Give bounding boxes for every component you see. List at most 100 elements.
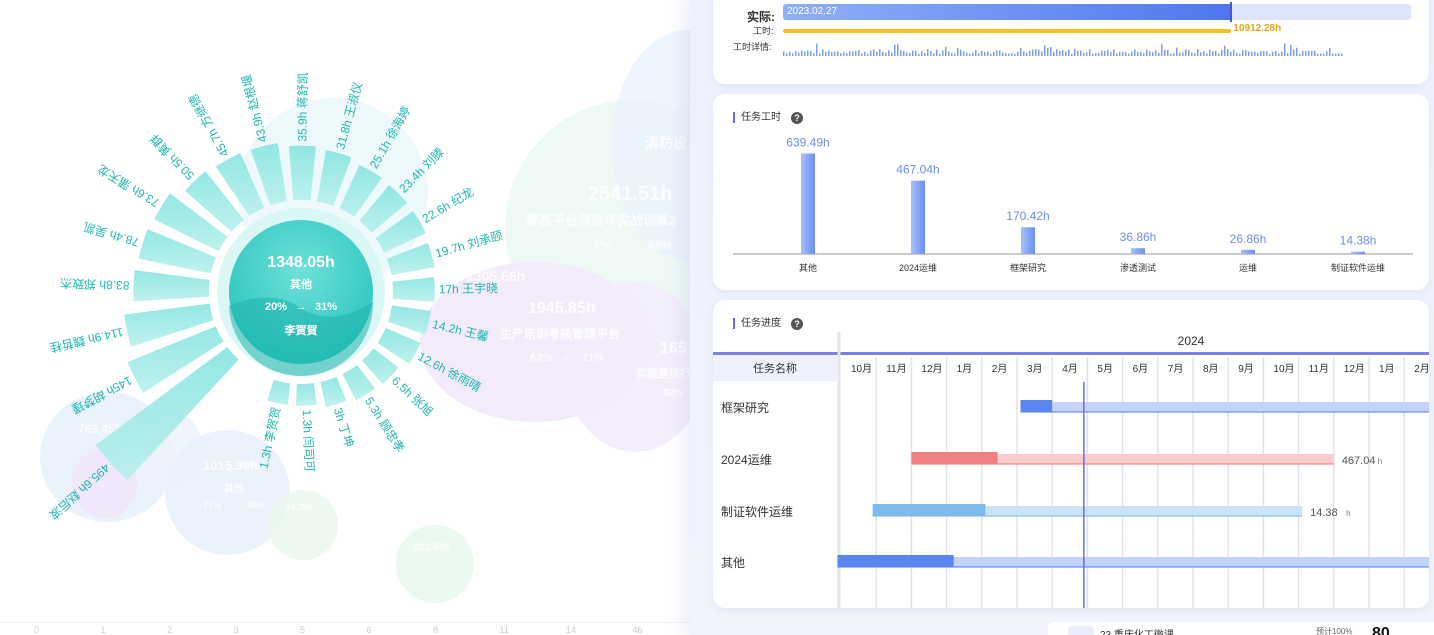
axis-tick-label: 2 xyxy=(167,625,173,635)
center-total-hours: 1348.05h xyxy=(267,254,335,271)
gantt-month-label: 6月 xyxy=(1133,363,1149,375)
sparkline-bar xyxy=(1041,51,1043,56)
gantt-actual-bar xyxy=(911,452,998,464)
sparkline-bar xyxy=(1086,52,1088,56)
sparkline-bar xyxy=(1212,51,1214,56)
sparkline-bar xyxy=(1206,53,1208,56)
sparkline-bar xyxy=(882,51,884,56)
person-segment xyxy=(388,305,432,335)
sparkline-bar xyxy=(1266,51,1268,56)
sparkline-bar xyxy=(1017,51,1019,56)
hours-bar xyxy=(1241,249,1255,254)
hours-detail-sparkline xyxy=(783,43,1343,56)
sparkline-bar xyxy=(867,53,869,56)
sparkline-bar xyxy=(972,52,974,56)
person-hours-label: 23.4h 刘滕 xyxy=(396,144,447,195)
row-icon xyxy=(1068,626,1094,635)
gantt-month-label: 9月 xyxy=(1238,363,1254,375)
sparkline-bar xyxy=(906,52,908,56)
sparkline-bar xyxy=(1215,50,1217,56)
gantt-month-label: 4月 xyxy=(1062,363,1078,375)
task-hours-title: 任务工时 xyxy=(733,112,781,123)
center-person: 李賀賀 xyxy=(284,323,318,337)
sparkline-bar xyxy=(1176,47,1178,56)
sparkline-bar xyxy=(1296,47,1298,56)
person-segment xyxy=(288,145,316,201)
sparkline-bar xyxy=(1071,53,1073,56)
gantt-month-label: 2月 xyxy=(992,363,1008,375)
sparkline-bar xyxy=(1284,43,1286,56)
sparkline-bar xyxy=(1326,51,1328,56)
sparkline-bar xyxy=(1155,50,1157,56)
sparkline-bar xyxy=(1143,53,1145,56)
person-hours-label: 114.9h 魏哲桂 xyxy=(48,325,125,356)
gantt-month-label: 2月 xyxy=(1414,363,1429,375)
gantt-plan-underline xyxy=(1020,411,1429,413)
sparkline-bar xyxy=(1197,49,1199,56)
person-hours-label: 495.6h 赵后波 xyxy=(47,461,113,522)
sparkline-bar xyxy=(870,50,872,56)
sparkline-bar xyxy=(1272,51,1274,56)
sparkline-bar xyxy=(825,51,827,56)
person-hours-label: 83.8h 郑致杰 xyxy=(60,276,130,294)
hours-bar xyxy=(911,180,925,254)
sparkline-bar xyxy=(1107,49,1109,56)
project-list-row[interactable]: 23 重庆化工微课 预计100% 80 xyxy=(1048,622,1434,635)
axis-tick-label: 14 xyxy=(566,625,577,635)
center-arrow: → xyxy=(296,301,307,313)
sparkline-bar xyxy=(1011,53,1013,56)
person-hours-label: 25.1h 徐海婷 xyxy=(366,103,414,171)
actual-progress-card: 实际: 2023.02.27 工时: 10912.28h 工时详情: xyxy=(713,0,1429,84)
sparkline-bar xyxy=(888,50,890,56)
person-hours-label: 45.7h 方继德 xyxy=(185,92,232,160)
sparkline-bar xyxy=(1068,49,1070,56)
gantt-month-label: 11月 xyxy=(886,363,906,375)
sparkline-bar xyxy=(1320,53,1322,56)
hours-bar xyxy=(1021,227,1035,254)
person-hours-label: 22.6h 纪龙 xyxy=(420,185,477,226)
axis-tick-label: 0 xyxy=(34,625,40,635)
gantt-task-name: 其他 xyxy=(721,556,745,570)
sparkline-bar xyxy=(999,50,1001,56)
sparkline-bar xyxy=(1026,52,1028,56)
sparkline-bar xyxy=(957,48,959,56)
hours-label: 工时: xyxy=(753,26,774,36)
sparkline-bar xyxy=(1161,44,1163,56)
sparkline-bar xyxy=(1170,53,1172,56)
bar-category-label: 制证软件运维 xyxy=(1331,262,1385,273)
help-icon[interactable]: ? xyxy=(791,112,803,124)
sparkline-bar xyxy=(1167,49,1169,56)
sparkline-bar xyxy=(1302,50,1304,56)
person-hours-label: 14.2h 王馨 xyxy=(431,316,490,344)
gantt-actual-bar xyxy=(837,555,954,567)
sparkline-bar xyxy=(1224,45,1226,56)
sparkline-bar xyxy=(1158,52,1160,56)
sparkline-bar xyxy=(1104,51,1106,56)
sparkline-bar xyxy=(876,51,878,56)
sparkline-bar xyxy=(858,50,860,56)
row-title: 23 重庆化工微课 xyxy=(1100,626,1174,635)
sparkline-bar xyxy=(1029,50,1031,56)
gantt-task-hours-unit: h xyxy=(1346,509,1350,518)
actual-progress-bar: 2023.02.27 xyxy=(783,2,1411,22)
sparkline-bar xyxy=(996,50,998,56)
sparkline-bar xyxy=(1329,48,1331,56)
gantt-month-label: 1月 xyxy=(957,363,973,375)
sparkline-bar xyxy=(843,52,845,56)
task-hours-bar-chart: 639.49h 其他 467.04h 2024运维 170.42h 框架研究 36.86h 渗… xyxy=(733,136,1413,273)
sparkline-bar xyxy=(1080,50,1082,56)
axis-tick-label: 1 xyxy=(100,625,106,635)
sparkline-bar xyxy=(894,44,896,56)
sparkline-bar xyxy=(1209,49,1211,56)
gantt-plan-underline xyxy=(837,566,1429,568)
sparkline-bar xyxy=(885,52,887,56)
sparkline-bar xyxy=(1074,48,1076,56)
sparkline-bar xyxy=(1233,49,1235,56)
sparkline-bar xyxy=(1263,51,1265,56)
sparkline-bar xyxy=(1050,47,1052,56)
sparkline-bar xyxy=(1173,53,1175,56)
sparkline-bar xyxy=(993,51,995,56)
sparkline-bar xyxy=(807,50,809,56)
sparkline-bar xyxy=(855,50,857,56)
hours-bar xyxy=(801,153,815,254)
